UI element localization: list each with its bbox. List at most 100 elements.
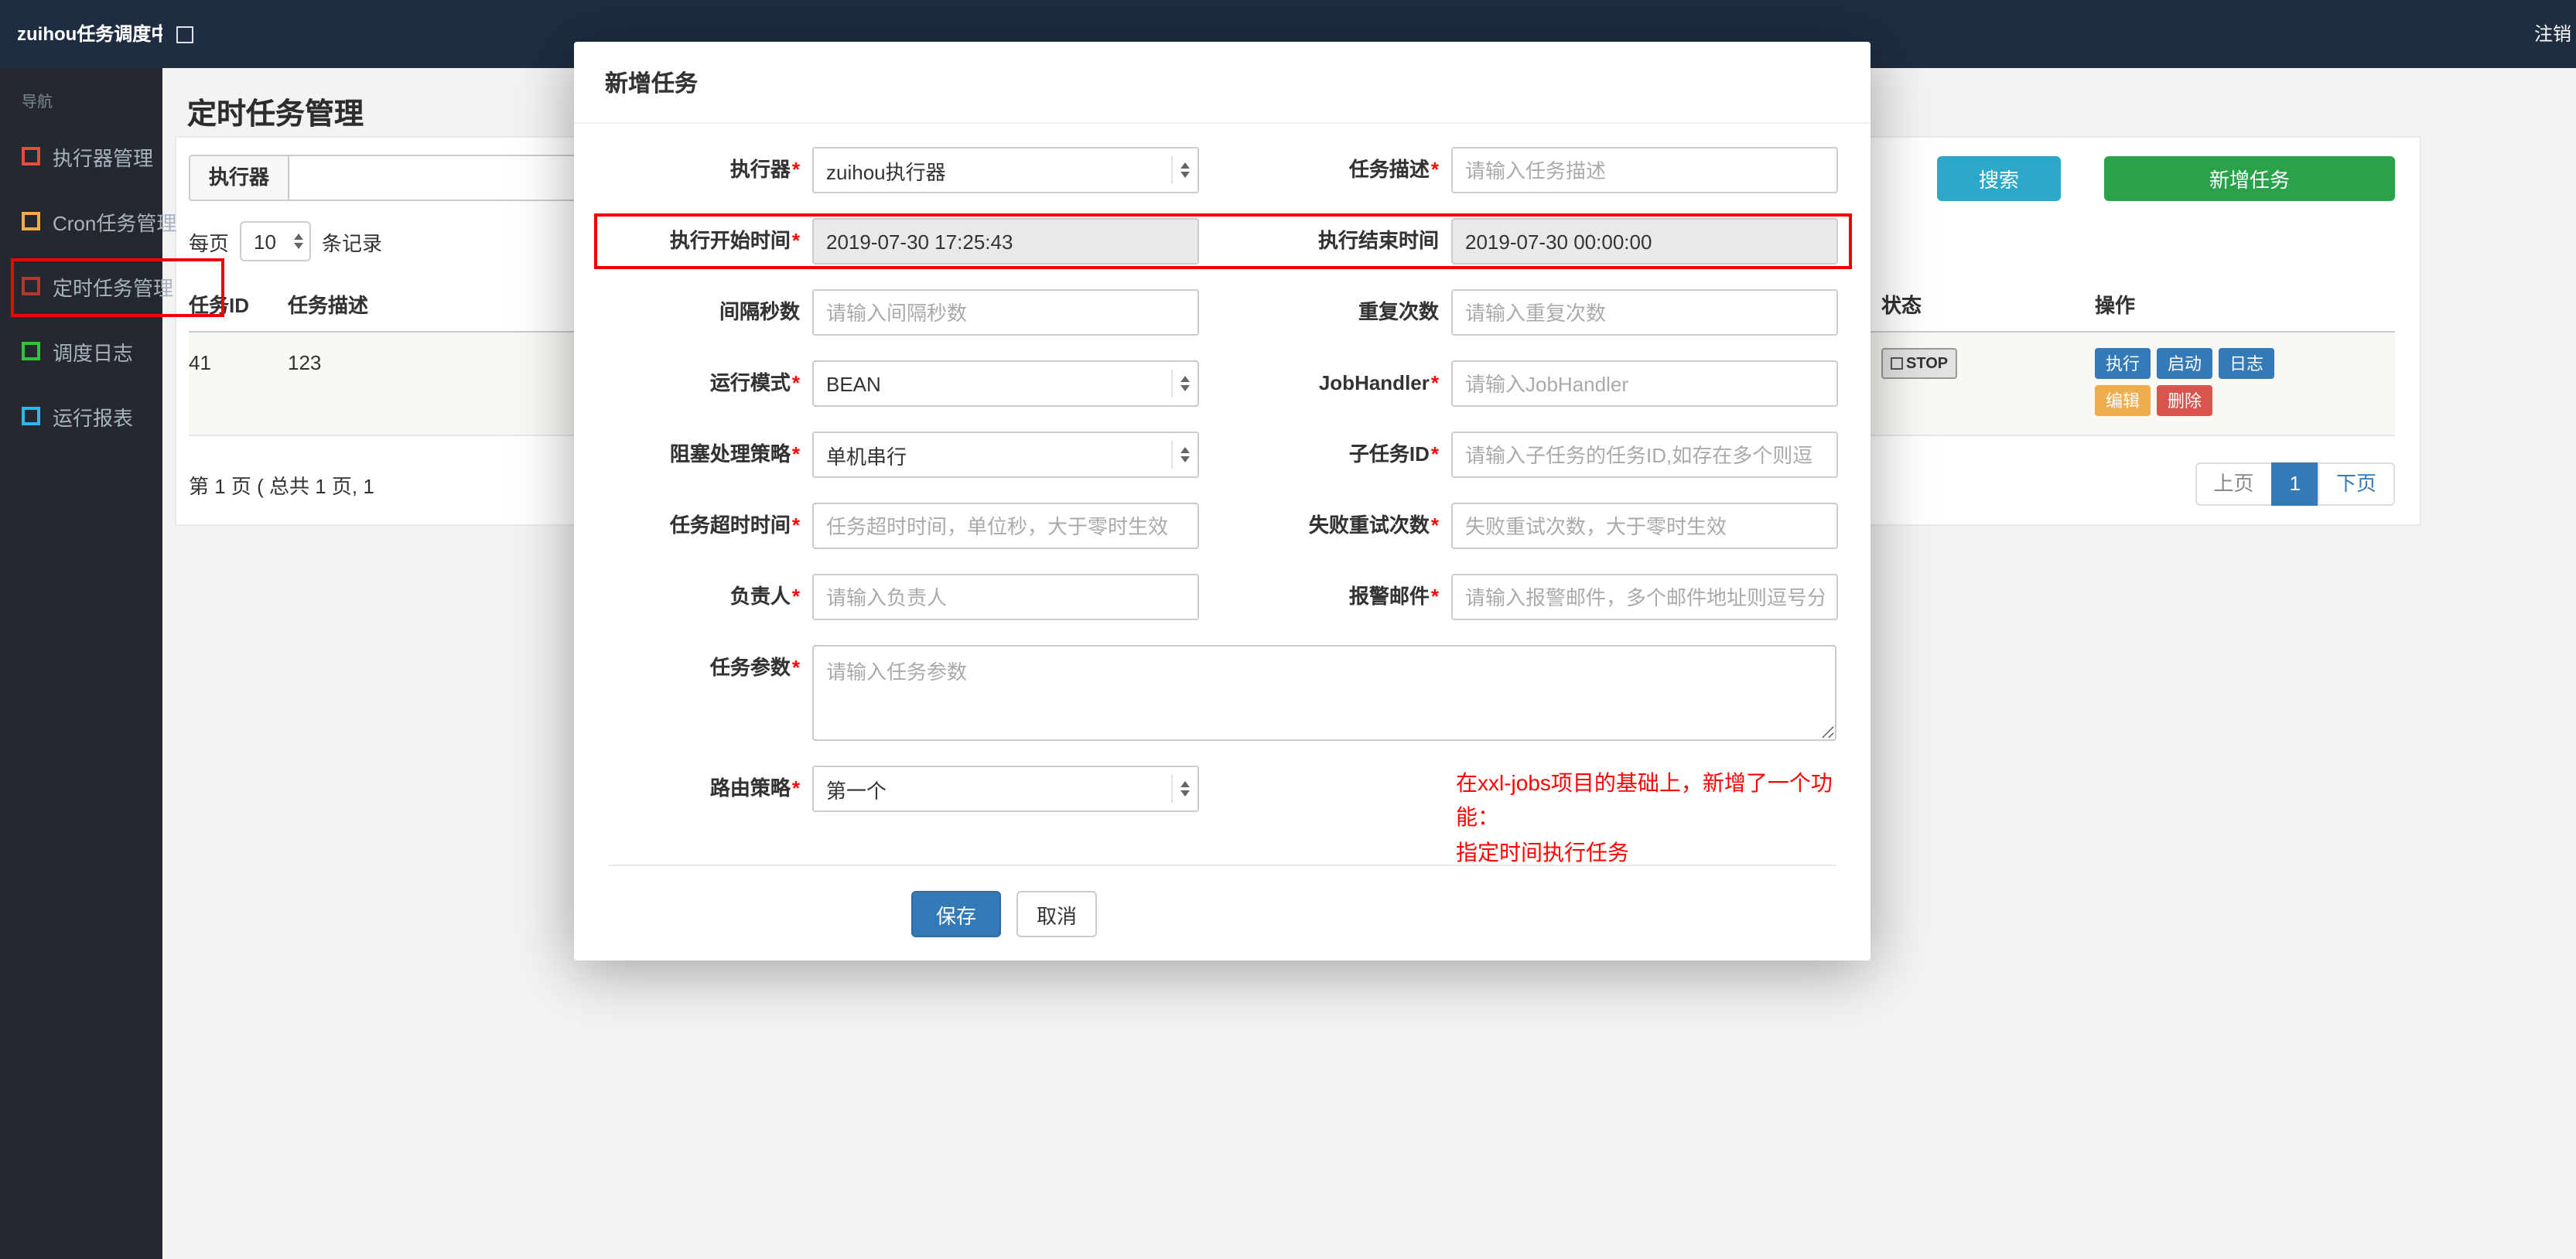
run-mode-select[interactable]: BEAN bbox=[812, 360, 1199, 407]
modal-title: 新增任务 bbox=[574, 42, 1871, 124]
form-row-route-strategy: 路由策略 * 第一个 在xxl-jobs项目的基础上，新增了一个功能： 指定时间执… bbox=[608, 766, 1836, 865]
form-row-block-childjob: 阻塞处理策略 * 单机串行 子任务ID * bbox=[608, 432, 1838, 478]
job-handler-input[interactable] bbox=[1451, 360, 1838, 407]
start-time-input[interactable] bbox=[812, 218, 1199, 264]
sidebar: 导航 执行器管理 Cron任务管理 定时任务管理 调度日志 运行报表 bbox=[0, 68, 176, 1259]
logout-link[interactable]: 注销 bbox=[2534, 0, 2571, 68]
sidebar-nav-label: 导航 bbox=[22, 94, 53, 111]
fail-retry-input[interactable] bbox=[1451, 503, 1838, 549]
square-outline-icon bbox=[22, 342, 40, 360]
per-page-value: 10 bbox=[254, 230, 276, 253]
next-page-button[interactable]: 下页 bbox=[2317, 462, 2395, 506]
required-asterisk: * bbox=[791, 656, 800, 679]
block-strategy-label: 阻塞处理策略 * bbox=[669, 442, 800, 466]
alarm-email-label: 报警邮件 * bbox=[1348, 585, 1439, 608]
timeout-input[interactable] bbox=[812, 503, 1199, 549]
sidebar-item-dispatch-log[interactable]: 调度日志 bbox=[0, 319, 162, 384]
sidebar-item-run-report[interactable]: 运行报表 bbox=[0, 384, 162, 449]
executor-filter-select[interactable] bbox=[289, 155, 593, 201]
required-asterisk: * bbox=[1430, 585, 1439, 608]
current-page-button[interactable]: 1 bbox=[2270, 462, 2319, 506]
per-page-select[interactable]: 10 bbox=[240, 221, 312, 261]
sidebar-item-label: 执行器管理 bbox=[53, 146, 154, 169]
route-strategy-label: 路由策略 * bbox=[709, 776, 800, 800]
sidebar-item-label: 定时任务管理 bbox=[53, 276, 174, 299]
timeout-label: 任务超时时间 * bbox=[669, 513, 800, 537]
job-desc-input[interactable] bbox=[1451, 147, 1838, 193]
modal-footer: 保存 取消 bbox=[608, 891, 1836, 937]
interval-label: 间隔秒数 bbox=[719, 300, 800, 323]
owner-input[interactable] bbox=[812, 574, 1199, 620]
cell-actions: 执行 启动 日志 编辑 删除 bbox=[2095, 333, 2398, 435]
interval-input[interactable] bbox=[812, 289, 1199, 336]
execute-button[interactable]: 执行 bbox=[2095, 348, 2151, 379]
delete-button[interactable]: 删除 bbox=[2157, 385, 2212, 416]
modal-body: 执行器* zuihou执行器 任务描述* 执行开始时间* 执行结束时间 间隔秒数 bbox=[574, 124, 1871, 937]
updown-arrows-icon bbox=[1171, 156, 1190, 184]
start-time-label: 执行开始时间 * bbox=[669, 229, 800, 252]
form-row-job-param: 任务参数 * bbox=[608, 645, 1836, 741]
square-outline-icon bbox=[22, 277, 40, 295]
required-asterisk: * bbox=[791, 442, 800, 466]
square-outline-icon bbox=[22, 212, 40, 230]
job-desc-label: 任务描述 * bbox=[1348, 158, 1439, 181]
run-mode-label: 运行模式 * bbox=[709, 371, 800, 394]
required-asterisk: * bbox=[1430, 513, 1439, 537]
start-button[interactable]: 启动 bbox=[2157, 348, 2212, 379]
sidebar-item-cron-task-management[interactable]: Cron任务管理 bbox=[0, 189, 176, 254]
required-asterisk: * bbox=[1430, 442, 1439, 466]
form-row-runmode-handler: 运行模式 * BEAN JobHandler * bbox=[608, 360, 1838, 407]
feature-note-line2: 指定时间执行任务 bbox=[1456, 839, 1629, 865]
square-outline-icon bbox=[22, 407, 40, 425]
route-strategy-select[interactable]: 第一个 bbox=[812, 766, 1199, 812]
add-task-modal: 新增任务 执行器* zuihou执行器 任务描述* 执行开始时间* 执行结束时间 bbox=[574, 42, 1871, 960]
cancel-button[interactable]: 取消 bbox=[1016, 891, 1098, 937]
feature-note-line1: 在xxl-jobs项目的基础上，新增了一个功能： bbox=[1456, 770, 1833, 830]
sidebar-item-scheduled-task-management[interactable]: 定时任务管理 bbox=[0, 254, 173, 319]
executor-select[interactable]: zuihou执行器 bbox=[812, 147, 1199, 193]
sidebar-item-label: 运行报表 bbox=[53, 406, 134, 429]
cell-job-id: 41 bbox=[189, 351, 211, 374]
app-root: zuihou任务调度中心 注销 导航 执行器管理 Cron任务管理 定时任务管理… bbox=[0, 0, 2576, 1259]
form-row-timeout-retry: 任务超时时间* 失败重试次数* bbox=[608, 503, 1838, 549]
col-header-status: 状态 bbox=[1881, 294, 1922, 317]
col-header-actions: 操作 bbox=[2095, 294, 2136, 317]
required-asterisk: * bbox=[791, 513, 800, 537]
add-task-button[interactable]: 新增任务 bbox=[2104, 155, 2395, 200]
search-button[interactable]: 搜索 bbox=[1937, 155, 2061, 200]
updown-arrows-icon bbox=[1171, 370, 1190, 397]
save-button[interactable]: 保存 bbox=[911, 891, 1002, 937]
status-badge: STOP bbox=[1881, 348, 1958, 379]
prev-page-button[interactable]: 上页 bbox=[2195, 462, 2273, 506]
col-header-job-id: 任务ID bbox=[189, 294, 250, 317]
required-asterisk: * bbox=[791, 776, 800, 800]
child-job-id-label: 子任务ID * bbox=[1348, 442, 1439, 466]
square-outline-icon bbox=[22, 147, 40, 165]
sidebar-item-label: Cron任务管理 bbox=[53, 211, 177, 234]
sidebar-item-executor-management[interactable]: 执行器管理 bbox=[0, 124, 162, 189]
app-brand: zuihou任务调度中心 bbox=[17, 23, 162, 45]
executor-filter-label: 执行器 bbox=[189, 155, 290, 201]
required-asterisk: * bbox=[1430, 371, 1439, 394]
job-handler-label: JobHandler * bbox=[1318, 371, 1439, 394]
form-row-executor-desc: 执行器 * zuihou执行器 任务描述 * bbox=[608, 147, 1838, 193]
sidebar-collapse-icon[interactable] bbox=[176, 26, 193, 43]
log-button[interactable]: 日志 bbox=[2219, 348, 2274, 379]
alarm-email-input[interactable] bbox=[1451, 574, 1838, 620]
required-asterisk: * bbox=[791, 158, 800, 181]
owner-label: 负责人 * bbox=[729, 585, 800, 608]
per-page-suffix: 条记录 bbox=[322, 231, 383, 254]
fail-retry-label: 失败重试次数 * bbox=[1308, 513, 1439, 537]
job-param-textarea[interactable] bbox=[812, 645, 1836, 741]
updown-arrows-icon bbox=[288, 227, 304, 255]
pager: 上页 1 下页 bbox=[2195, 462, 2395, 506]
form-row-interval-repeat: 间隔秒数 重复次数 bbox=[608, 289, 1838, 336]
edit-button[interactable]: 编辑 bbox=[2095, 385, 2151, 416]
block-strategy-select[interactable]: 单机串行 bbox=[812, 432, 1199, 478]
sidebar-item-label: 调度日志 bbox=[53, 341, 134, 364]
repeat-count-input[interactable] bbox=[1451, 289, 1838, 336]
child-job-id-input[interactable] bbox=[1451, 432, 1838, 478]
end-time-input[interactable] bbox=[1451, 218, 1838, 264]
required-asterisk: * bbox=[791, 585, 800, 608]
per-page-label: 每页 bbox=[189, 231, 230, 254]
